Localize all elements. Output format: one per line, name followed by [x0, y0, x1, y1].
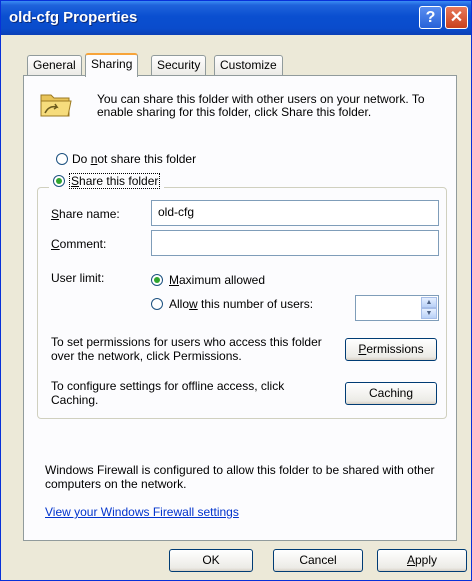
share-name-label: Share name:	[51, 207, 120, 221]
permissions-button[interactable]: Permissions	[345, 338, 437, 361]
properties-dialog: old-cfg Properties ? ✕ General Sharing S…	[0, 0, 472, 581]
share-this-folder-option[interactable]: Share this folder	[49, 173, 165, 189]
sharing-intro-text: You can share this folder with other use…	[97, 92, 425, 119]
comment-label: Comment:	[51, 237, 107, 251]
title-bar[interactable]: old-cfg Properties ? ✕	[1, 1, 471, 35]
tab-security[interactable]: Security	[151, 55, 207, 75]
spinner-buttons: ▲ ▼	[421, 297, 437, 319]
tab-sharing[interactable]: Sharing	[85, 53, 139, 77]
firewall-description: Windows Firewall is configured to allow …	[45, 463, 435, 491]
share-this-folder-radio[interactable]	[53, 175, 65, 187]
tab-general[interactable]: General	[27, 55, 82, 75]
allow-number-label[interactable]: Allow this number of users:	[169, 297, 313, 311]
caching-description: To configure settings for offline access…	[51, 379, 285, 407]
spin-down-button[interactable]: ▼	[421, 308, 437, 319]
shared-folder-icon	[40, 94, 72, 117]
allow-number-radio[interactable]	[151, 298, 163, 310]
ok-button[interactable]: OK	[169, 549, 253, 572]
help-button[interactable]: ?	[419, 6, 442, 29]
permissions-description: To set permissions for users who access …	[51, 335, 322, 363]
do-not-share-label[interactable]: Do not share this folder	[72, 152, 196, 166]
comment-input[interactable]	[151, 230, 439, 256]
maximum-allowed-radio[interactable]	[151, 274, 163, 286]
user-limit-label: User limit:	[51, 271, 105, 285]
caching-button[interactable]: Caching	[345, 382, 437, 405]
window-title: old-cfg Properties	[9, 9, 138, 26]
tab-customize[interactable]: Customize	[214, 55, 283, 75]
cancel-button[interactable]: Cancel	[273, 549, 363, 572]
share-name-input[interactable]: old-cfg	[151, 200, 439, 226]
maximum-allowed-label[interactable]: Maximum allowed	[169, 273, 265, 287]
close-button[interactable]: ✕	[445, 6, 468, 29]
spin-up-button[interactable]: ▲	[421, 297, 437, 308]
user-count-spinner[interactable]: ▲ ▼	[355, 295, 439, 321]
apply-button[interactable]: Apply	[377, 549, 467, 572]
do-not-share-radio[interactable]	[56, 153, 68, 165]
firewall-settings-link[interactable]: View your Windows Firewall settings	[45, 505, 239, 519]
share-this-folder-label[interactable]: Share this folder	[69, 173, 161, 189]
